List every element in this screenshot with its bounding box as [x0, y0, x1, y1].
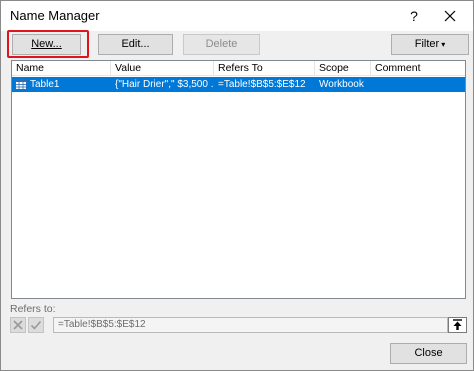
names-list[interactable]: Name Value Refers To Scope Comment Table…: [11, 60, 466, 299]
name-manager-dialog: Name Manager ? New... Edit... Delete Fil…: [0, 0, 474, 371]
new-button[interactable]: New...: [12, 34, 81, 55]
row-comment: [375, 77, 463, 92]
column-header-name[interactable]: Name: [12, 61, 111, 76]
row-scope: Workbook: [319, 79, 364, 90]
cancel-x-icon: [13, 320, 23, 330]
refers-to-field[interactable]: =Table!$B$5:$E$12: [53, 317, 448, 333]
row-refers-to: =Table!$B$5:$E$12: [218, 79, 306, 90]
new-button-label: New...: [31, 38, 62, 50]
filter-button[interactable]: Filter ▾: [391, 34, 469, 55]
delete-button[interactable]: Delete: [183, 34, 260, 55]
chevron-down-icon: ▾: [441, 40, 446, 49]
title-bar: Name Manager ?: [1, 1, 473, 31]
list-header: Name Value Refers To Scope Comment: [12, 61, 465, 76]
column-header-value[interactable]: Value: [111, 61, 214, 76]
checkmark-icon: [30, 320, 42, 330]
column-header-comment[interactable]: Comment: [371, 61, 465, 76]
column-header-scope[interactable]: Scope: [315, 61, 371, 76]
filter-button-label: Filter: [414, 38, 440, 50]
collapse-dialog-button[interactable]: [448, 317, 467, 333]
dialog-title: Name Manager: [10, 8, 100, 23]
cancel-edit-button[interactable]: [10, 317, 26, 333]
column-header-refers-to[interactable]: Refers To: [214, 61, 315, 76]
confirm-edit-button[interactable]: [28, 317, 44, 333]
row-value: {"Hair Drier"," $3,500 ...: [115, 79, 213, 90]
list-item[interactable]: Table1 {"Hair Drier"," $3,500 ... =Table…: [12, 77, 465, 92]
table-icon: [15, 79, 27, 90]
close-button[interactable]: Close: [390, 343, 467, 364]
help-button[interactable]: ?: [403, 5, 425, 27]
row-name: Table1: [30, 79, 60, 90]
edit-button-label: Edit...: [121, 38, 150, 50]
collapse-arrow-icon: [453, 319, 462, 330]
close-window-icon[interactable]: [437, 4, 463, 28]
refers-to-label: Refers to:: [10, 303, 56, 315]
edit-button[interactable]: Edit...: [98, 34, 173, 55]
delete-button-label: Delete: [205, 38, 238, 50]
close-button-label: Close: [414, 347, 443, 359]
